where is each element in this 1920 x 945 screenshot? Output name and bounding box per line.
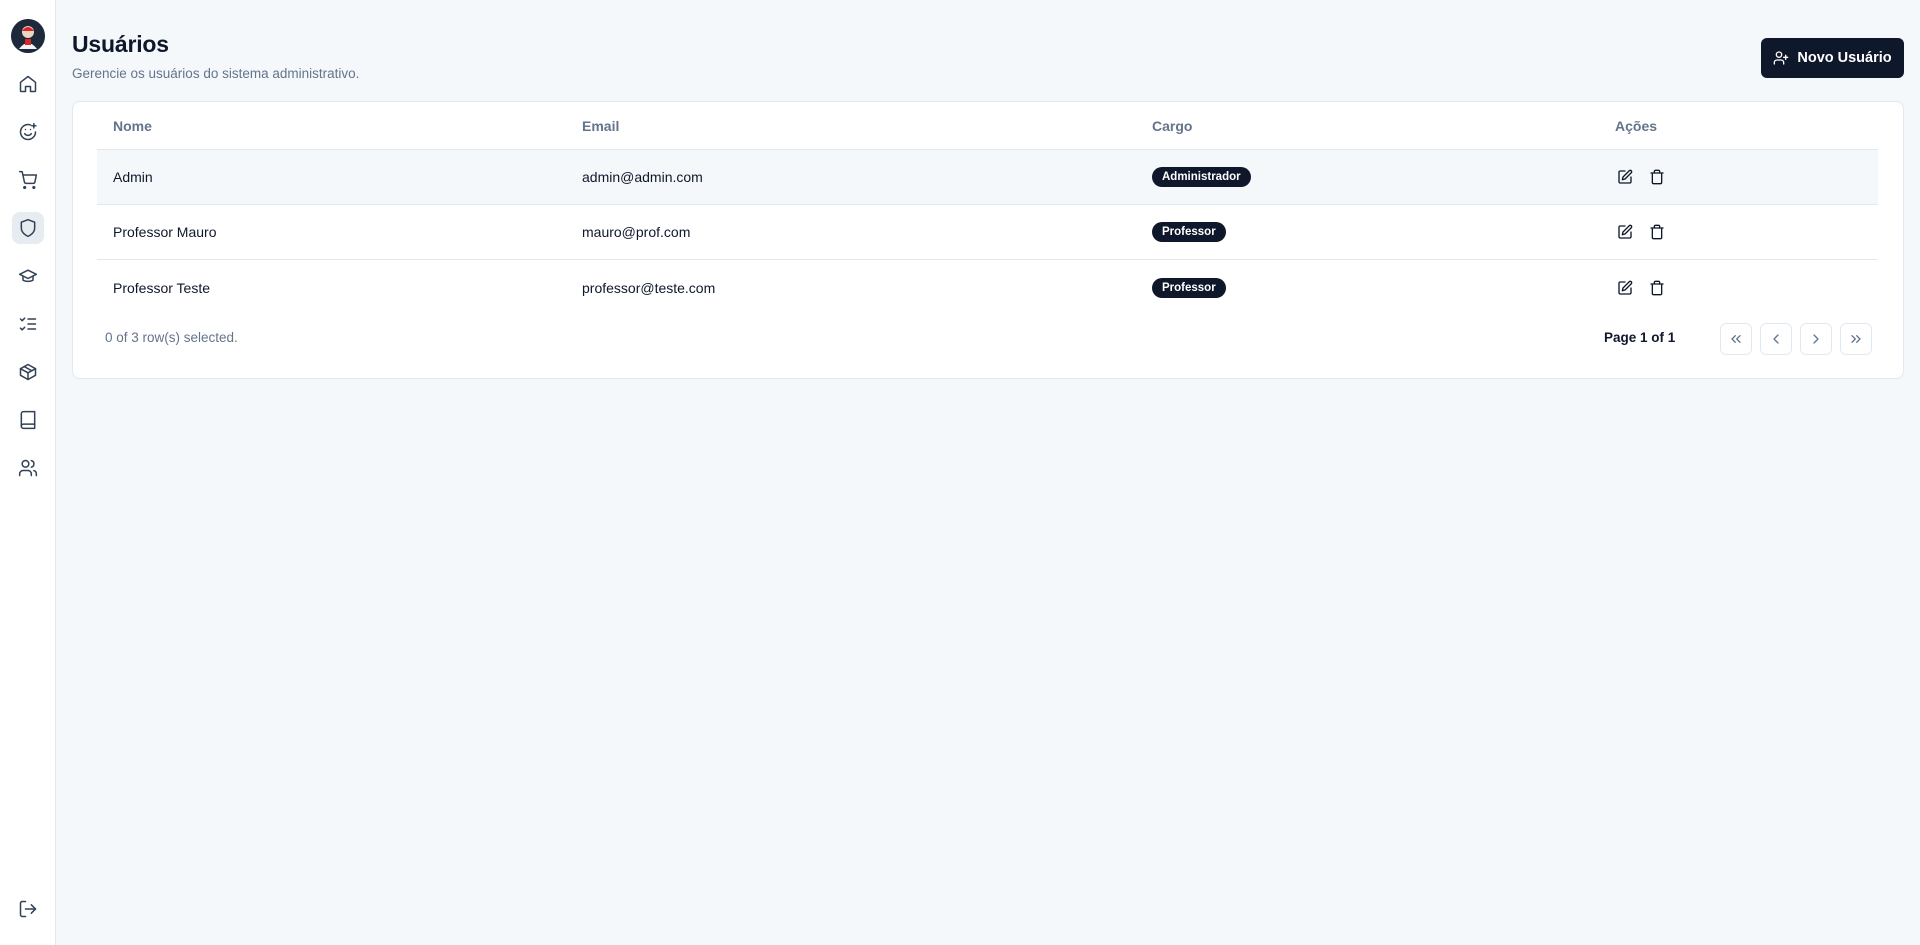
graduation-cap-icon [18,269,38,283]
role-cell: Professor [1152,205,1226,259]
actions-cell [1615,260,1679,315]
column-header-acoes: Ações [1615,117,1658,134]
smile-plus-icon [19,122,37,141]
edit-button[interactable] [1615,278,1635,298]
column-header-nome[interactable]: Nome [113,102,152,149]
sidebar-item-security[interactable] [12,212,44,244]
role-badge: Professor [1152,222,1226,242]
delete-button[interactable] [1647,222,1667,242]
chevron-right-icon [1813,334,1819,344]
package-icon [19,363,37,381]
sidebar-item-users[interactable] [12,452,44,484]
user-name: Professor Mauro [113,224,217,240]
cart-icon [18,170,38,190]
column-header-email[interactable]: Email [582,102,619,149]
last-page-button[interactable] [1840,323,1872,355]
logout-button[interactable] [12,893,44,925]
chevron-left-icon [1773,334,1779,344]
shield-icon [20,218,36,238]
sidebar [0,0,56,945]
first-page-button[interactable] [1720,323,1752,355]
user-email: mauro@prof.com [582,224,691,240]
trash-icon [1650,169,1664,185]
delete-button[interactable] [1647,167,1667,187]
role-badge: Administrador [1152,167,1251,187]
user-name: Admin [113,169,153,185]
sidebar-item-home[interactable] [12,68,44,100]
trash-icon [1650,280,1664,295]
new-user-button[interactable]: Novo Usuário [1761,38,1904,78]
selection-status: 0 of 3 row(s) selected. [105,330,238,345]
page-subtitle: Gerencie os usuários do sistema administ… [72,66,360,81]
sidebar-item-tasks[interactable] [12,308,44,340]
avatar[interactable] [11,19,45,53]
user-plus-icon [1774,51,1789,65]
chevrons-right-icon [1851,335,1861,343]
book-icon [20,410,36,430]
edit-button[interactable] [1615,222,1635,242]
sidebar-item-books[interactable] [12,404,44,436]
user-email: professor@teste.com [582,279,716,296]
next-page-button[interactable] [1800,323,1832,355]
edit-icon [1618,169,1633,184]
user-email: admin@admin.com [582,169,703,185]
page-info: Page 1 of 1 [1604,330,1676,345]
actions-cell [1615,150,1679,204]
trash-icon [1650,224,1664,240]
new-user-label: Novo Usuário [1797,50,1892,66]
role-cell: Professor [1152,260,1226,315]
log-out-icon [19,900,37,918]
sidebar-item-emotions[interactable] [12,116,44,148]
delete-button[interactable] [1647,278,1667,298]
edit-icon [1618,224,1633,239]
list-checks-icon [19,317,37,331]
chevrons-left-icon [1731,335,1741,343]
sidebar-item-cart[interactable] [12,164,44,196]
column-header-cargo[interactable]: Cargo [1152,102,1192,149]
table-row[interactable]: Professor Mauro mauro@prof.com Professor [97,205,1878,260]
role-badge: Professor [1152,277,1226,298]
edit-icon [1618,280,1633,295]
sidebar-item-courses[interactable] [12,260,44,292]
page-title: Usuários [72,31,169,57]
actions-cell [1615,205,1679,259]
table-header: Nome Email Cargo Ações [97,102,1878,150]
users-icon [18,459,38,477]
home-icon [19,75,37,93]
user-name: Professor Teste [113,279,211,296]
avatar-image [11,19,45,53]
table-row[interactable]: Professor Teste professor@teste.com Prof… [97,260,1878,315]
users-table-card: Nome Email Cargo Ações Admin admin@admin… [72,101,1904,379]
role-cell: Administrador [1152,150,1251,204]
sidebar-item-packages[interactable] [12,356,44,388]
table-row[interactable]: Admin admin@admin.com Administrador [97,150,1878,205]
edit-button[interactable] [1615,167,1635,187]
previous-page-button[interactable] [1760,323,1792,355]
